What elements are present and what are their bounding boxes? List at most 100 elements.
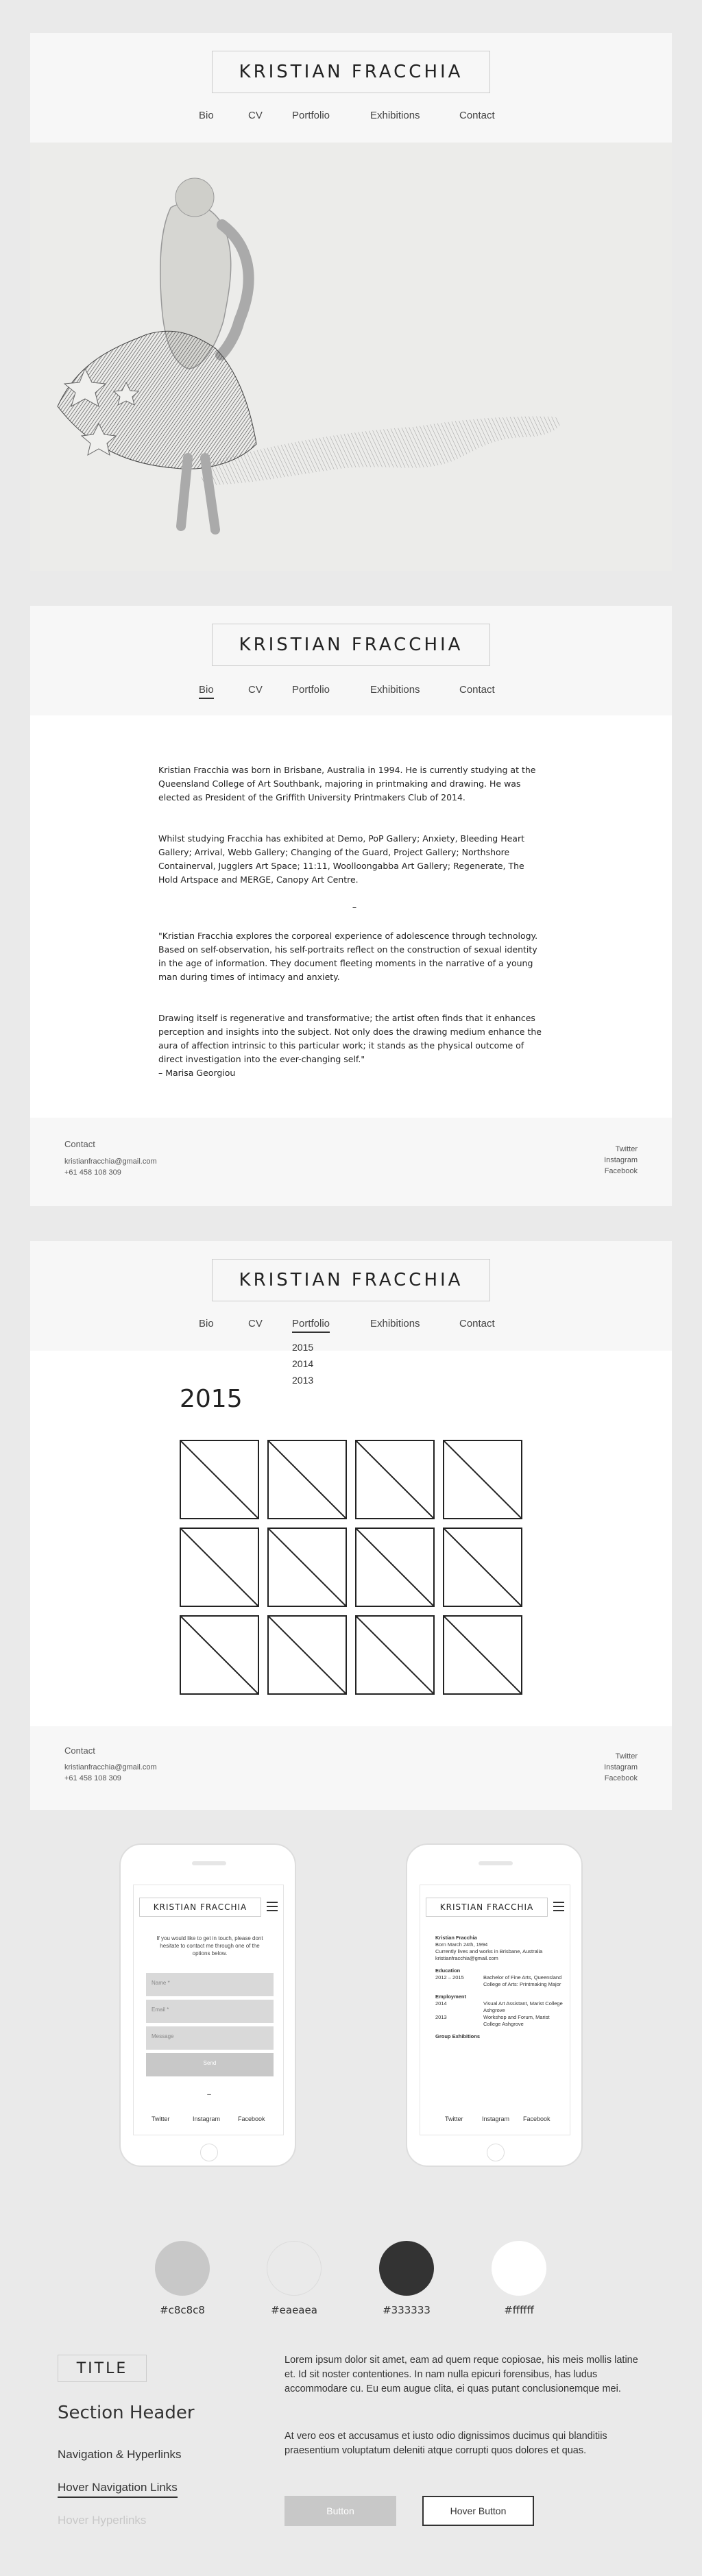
cv-edu-year: 2012 – 2015 [435,1974,464,1980]
cv-emp2-year: 2013 [435,2014,447,2020]
footer-facebook-link[interactable]: Facebook [605,1167,638,1175]
footer-email[interactable]: kristianfracchia@gmail.com [64,1157,157,1166]
swatch-label: #c8c8c8 [160,2304,205,2316]
nav-portfolio[interactable]: Portfolio [292,1318,330,1333]
nav-cv[interactable]: CV [248,110,263,121]
swatch-label: #333333 [383,2304,431,2316]
mobile-twitter-link[interactable]: Twitter [445,2115,463,2122]
nav-exhibitions[interactable]: Exhibitions [370,1318,420,1329]
nav-contact[interactable]: Contact [459,684,495,696]
mobile-instagram-link[interactable]: Instagram [193,2115,220,2122]
nav-bio[interactable]: Bio [199,684,214,699]
artwork-thumbnail[interactable] [267,1440,347,1519]
email-field[interactable]: Email * [146,2000,274,2023]
nav-portfolio[interactable]: Portfolio [292,684,330,696]
nav-bio[interactable]: Bio [199,110,214,121]
cv-email[interactable]: kristianfracchia@gmail.com [435,1955,563,1962]
footer-contact-label: Contact [64,1745,95,1756]
artwork-thumbnail[interactable] [180,1528,259,1607]
artwork-thumbnail[interactable] [443,1615,522,1695]
nav-contact[interactable]: Contact [459,1318,495,1329]
site-logo[interactable]: KRISTIAN FRACCHIA [212,51,490,93]
name-field[interactable]: Name * [146,1973,274,1996]
mobile-logo[interactable]: KRISTIAN FRACCHIA [426,1898,548,1917]
mobile-cv-mockup: KRISTIAN FRACCHIA Kristian Fracchia Born… [406,1843,583,2167]
footer-email[interactable]: kristianfracchia@gmail.com [64,1763,157,1771]
portfolio-year-heading: 2015 [180,1385,243,1413]
bio-divider: – [352,902,357,912]
mobile-divider: – [207,2091,211,2098]
hamburger-menu-icon[interactable] [553,1902,564,1911]
artwork-thumbnail[interactable] [267,1528,347,1607]
swatch-333333 [379,2241,434,2296]
mobile-logo[interactable]: KRISTIAN FRACCHIA [139,1898,261,1917]
sg-hover-hyperlinks[interactable]: Hover Hyperlinks [58,2514,146,2527]
cv-emp1-text: Visual Art Assistant, Marist College Ash… [483,2000,563,2013]
site-logo[interactable]: KRISTIAN FRACCHIA [212,1259,490,1301]
phone-speaker [192,1861,226,1865]
nav-exhibitions[interactable]: Exhibitions [370,684,420,696]
mobile-twitter-link[interactable]: Twitter [152,2115,170,2122]
hero-artwork [30,143,672,571]
nav-portfolio[interactable]: Portfolio [292,110,330,121]
sg-hover-button[interactable]: Hover Button [422,2496,534,2526]
year-2013-link[interactable]: 2013 [292,1372,313,1388]
year-2014-link[interactable]: 2014 [292,1356,313,1372]
sg-hover-nav-links[interactable]: Hover Navigation Links [58,2481,178,2498]
swatch-label: #ffffff [504,2304,534,2316]
cv-born: Born March 24th, 1994 [435,1941,488,1948]
cv-content: Kristian Fracchia Born March 24th, 1994 … [435,1935,563,2040]
hamburger-menu-icon[interactable] [267,1902,278,1911]
sg-body-2: At vero eos et accusamus et iusto odio d… [285,2431,607,2456]
mobile-facebook-link[interactable]: Facebook [238,2115,265,2122]
mobile-facebook-link[interactable]: Facebook [523,2115,550,2122]
bio-paragraph-2: Whilst studying Fracchia has exhibited a… [158,833,524,885]
artwork-thumbnail[interactable] [355,1528,435,1607]
year-2015-link[interactable]: 2015 [292,1339,313,1356]
nav-cv[interactable]: CV [248,1318,263,1329]
home-frame: KRISTIAN FRACCHIA Bio CV Portfolio Exhib… [30,33,672,571]
mobile-instagram-link[interactable]: Instagram [482,2115,509,2122]
swatch-eaeaea [267,2241,322,2296]
artwork-thumbnail[interactable] [443,1528,522,1607]
footer-instagram-link[interactable]: Instagram [604,1763,638,1771]
site-footer: Contact kristianfracchia@gmail.com +61 4… [30,1726,672,1810]
artwork-thumbnail[interactable] [355,1615,435,1695]
mobile-contact-intro: If you would like to get in touch, pleas… [156,1935,263,1956]
artwork-thumbnail[interactable] [180,1615,259,1695]
cv-group-heading: Group Exhibitions [435,2033,480,2039]
nav-contact[interactable]: Contact [459,110,495,121]
site-footer: Contact kristianfracchia@gmail.com +61 4… [30,1118,672,1206]
sg-body-1: Lorem ipsum dolor sit amet, eam ad quem … [285,2355,638,2394]
footer-phone: +61 458 108 309 [64,1168,121,1177]
bio-paragraph-1: Kristian Fracchia was born in Brisbane, … [158,765,536,802]
artwork-thumbnail[interactable] [267,1615,347,1695]
artwork-thumbnail[interactable] [355,1440,435,1519]
sg-nav-links[interactable]: Navigation & Hyperlinks [58,2448,181,2462]
mobile-screen: KRISTIAN FRACCHIA Kristian Fracchia Born… [420,1885,570,2135]
cv-emp1-year: 2014 [435,2000,447,2007]
artwork-thumbnail[interactable] [180,1440,259,1519]
nav-bio[interactable]: Bio [199,1318,214,1329]
footer-twitter-link[interactable]: Twitter [616,1752,638,1761]
footer-contact-label: Contact [64,1139,95,1149]
footer-facebook-link[interactable]: Facebook [605,1774,638,1782]
site-logo[interactable]: KRISTIAN FRACCHIA [212,624,490,666]
send-button[interactable]: Send [146,2053,274,2076]
footer-twitter-link[interactable]: Twitter [616,1145,638,1153]
bio-quote-1: "Kristian Fracchia explores the corporea… [158,931,538,982]
footer-instagram-link[interactable]: Instagram [604,1156,638,1164]
sg-button[interactable]: Button [285,2496,396,2526]
message-field[interactable]: Message [146,2026,274,2050]
sg-title: TITLE [58,2355,147,2382]
nav-exhibitions[interactable]: Exhibitions [370,110,420,121]
bio-quote-2: Drawing itself is regenerative and trans… [158,1013,542,1064]
cv-emp2-text: Workshop and Forum, Marist College Ashgr… [483,2014,550,2027]
artwork-thumbnail[interactable] [443,1440,522,1519]
footer-phone: +61 458 108 309 [64,1774,121,1782]
mobile-screen: KRISTIAN FRACCHIA If you would like to g… [133,1885,284,2135]
swatch-label: #eaeaea [271,2304,317,2316]
swatch-ffffff [492,2241,546,2296]
nav-cv[interactable]: CV [248,684,263,696]
cv-edu-text: Bachelor of Fine Arts, Queensland Colleg… [483,1974,562,1987]
